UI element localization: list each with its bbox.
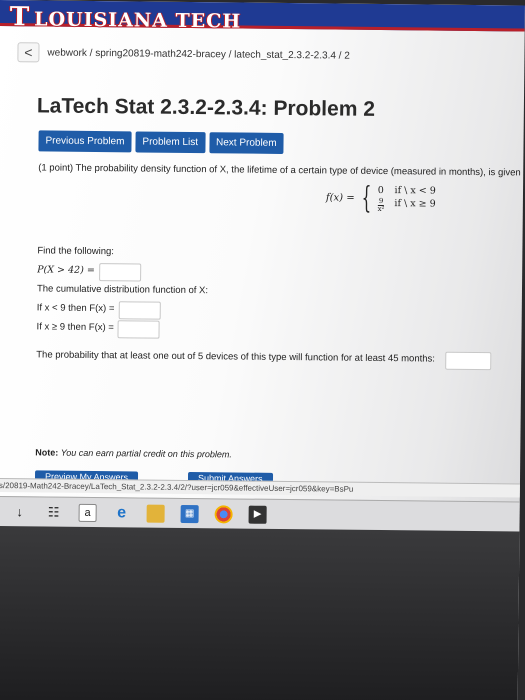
- question-1-label: P(X > 42) =: [37, 264, 95, 277]
- brace-symbol: {: [361, 180, 372, 216]
- partial-credit-note: Note: You can earn partial credit on thi…: [35, 447, 232, 459]
- pdf-formula: f(x) = { 0 if \ x < 9 9 x² if \ x ≥ 9: [325, 180, 436, 216]
- logo-text: LOUISIANA TECH: [34, 8, 242, 33]
- question-3: If x ≥ 9 then F(x) =: [36, 318, 506, 342]
- breadcrumb: < webwork / spring20819-math242-bracey /…: [17, 42, 350, 65]
- media-app-icon[interactable]: ▶: [248, 505, 267, 524]
- chrome-icon[interactable]: [214, 504, 233, 523]
- case2-value: 9 x²: [377, 197, 385, 214]
- answer-3-input[interactable]: [117, 319, 160, 339]
- problem-list-button[interactable]: Problem List: [135, 131, 206, 154]
- file-explorer-icon[interactable]: [146, 504, 165, 523]
- app-a-icon[interactable]: a: [78, 503, 97, 522]
- note-label: Note:: [35, 447, 59, 458]
- store-icon[interactable]: ▦: [180, 504, 199, 523]
- site-header: T LOUISIANA TECH: [0, 0, 525, 34]
- question-4: The probability that at least one out of…: [36, 346, 506, 370]
- previous-problem-button[interactable]: Previous Problem: [38, 130, 132, 153]
- back-button[interactable]: <: [17, 42, 40, 63]
- problem-navigation: Previous Problem Problem List Next Probl…: [38, 130, 284, 154]
- answer-1-input[interactable]: [98, 262, 141, 281]
- case1-value: 0: [377, 184, 384, 196]
- note-text: You can earn partial credit on this prob…: [60, 447, 232, 460]
- laptop-bezel: [0, 525, 520, 700]
- case2-denominator: x²: [377, 205, 385, 214]
- pdf-lhs: f(x) =: [325, 192, 355, 204]
- case2-condition: if \ x ≥ 9: [394, 198, 436, 210]
- question-3-label: If x ≥ 9 then F(x) =: [36, 321, 114, 334]
- next-problem-button[interactable]: Next Problem: [208, 132, 284, 154]
- problem-intro: (1 point) The probability density functi…: [38, 162, 525, 179]
- breadcrumb-path[interactable]: webwork / spring20819-math242-bracey / l…: [47, 47, 350, 61]
- logo-mark: T: [9, 2, 31, 33]
- question-2-label: If x < 9 then F(x) =: [36, 302, 115, 315]
- case1-condition: if \ x < 9: [394, 184, 436, 197]
- university-logo[interactable]: T LOUISIANA TECH: [10, 2, 242, 34]
- answer-2-input[interactable]: [118, 300, 161, 320]
- edge-browser-icon[interactable]: e: [113, 504, 131, 522]
- problem-body: (1 point) The probability density functi…: [36, 162, 525, 370]
- pdf-cases: 0 if \ x < 9 9 x² if \ x ≥ 9: [378, 185, 436, 214]
- page-title: LaTech Stat 2.3.2-2.3.4: Problem 2: [36, 94, 376, 121]
- browser-status-bar: s/20819-Math242-Bracey/LaTech_Stat_2.3.2…: [0, 477, 520, 498]
- question-4-label: The probability that at least one out of…: [36, 349, 436, 365]
- questions: Find the following: P(X > 42) = The cumu…: [36, 242, 507, 370]
- screen: T LOUISIANA TECH < webwork / spring20819-…: [0, 0, 525, 700]
- pin-icon[interactable]: ↓: [11, 503, 29, 521]
- answer-4-input[interactable]: [444, 351, 492, 370]
- taskview-icon[interactable]: ☷: [45, 503, 63, 521]
